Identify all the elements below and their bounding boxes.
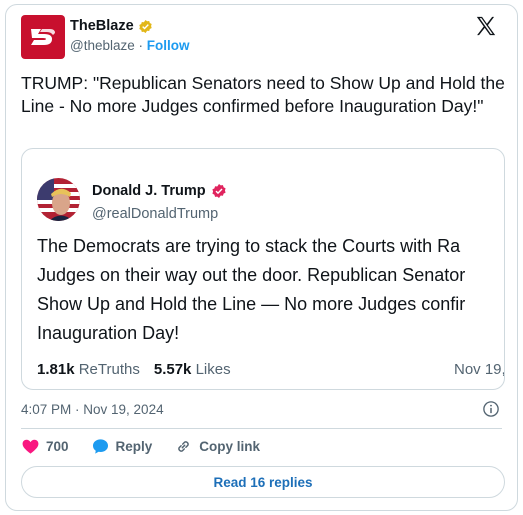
quoted-author-name[interactable]: Donald J. Trump	[92, 183, 206, 199]
quoted-text-line: Judges on their way out the door. Republ…	[37, 265, 466, 285]
x-logo-icon[interactable]	[475, 15, 497, 37]
flag-portrait-icon	[37, 178, 80, 221]
quoted-post-date: Nov 19,	[454, 361, 505, 378]
quoted-post[interactable]: Donald J. Trump @realDonaldTrump The Dem…	[21, 148, 505, 390]
handle-separator: ·	[138, 38, 144, 53]
author-handle[interactable]: @theblaze	[70, 38, 135, 53]
retruths-label: ReTruths	[78, 361, 140, 378]
author-handle-row: @theblaze · Follow	[70, 38, 190, 53]
author-avatar[interactable]	[21, 15, 65, 59]
reply-button[interactable]: Reply	[91, 437, 153, 456]
quoted-author-avatar[interactable]	[37, 178, 80, 221]
quoted-text-line: The Democrats are trying to stack the Co…	[37, 236, 461, 256]
like-button[interactable]: 700	[21, 437, 69, 456]
follow-button[interactable]: Follow	[147, 38, 190, 53]
heart-icon	[22, 439, 39, 454]
post-actions: 700 Reply Copy link	[21, 437, 282, 456]
quoted-author-row: Donald J. Trump	[92, 183, 227, 199]
copy-link-button[interactable]: Copy link	[174, 437, 260, 456]
quoted-author-handle[interactable]: @realDonaldTrump	[92, 206, 218, 222]
blaze-logo-icon	[31, 29, 55, 45]
embedded-post-card: TheBlaze @theblaze · Follow TRUMP: "Repu…	[5, 4, 518, 511]
link-icon	[178, 441, 190, 452]
verified-badge-icon	[138, 19, 152, 33]
like-count: 700	[46, 439, 69, 454]
read-replies-button[interactable]: Read 16 replies	[21, 466, 505, 498]
verified-badge-icon	[211, 184, 226, 198]
likes-stat: 5.57k Likes	[154, 361, 231, 378]
author-name-row: TheBlaze	[70, 18, 153, 34]
post-timestamp[interactable]: 4:07 PM · Nov 19, 2024	[21, 402, 164, 417]
retruths-stat: 1.81k ReTruths	[37, 361, 140, 378]
post-text: TRUMP: "Republican Senators need to Show…	[21, 73, 505, 116]
retruths-count: 1.81k	[37, 361, 75, 378]
quoted-post-text: The Democrats are trying to stack the Co…	[37, 232, 504, 348]
author-name[interactable]: TheBlaze	[70, 18, 134, 34]
info-icon[interactable]	[482, 400, 500, 418]
quoted-post-stats: 1.81k ReTruths 5.57k Likes	[37, 361, 231, 378]
actions-divider	[21, 428, 502, 429]
likes-label: Likes	[195, 361, 231, 378]
quoted-text-line: Inauguration Day!	[37, 323, 180, 343]
copy-link-label: Copy link	[199, 439, 261, 454]
reply-bubble-icon	[92, 439, 108, 454]
reply-label: Reply	[115, 439, 153, 454]
quoted-text-line: Show Up and Hold the Line — No more Judg…	[37, 294, 466, 314]
likes-count: 5.57k	[153, 361, 192, 378]
